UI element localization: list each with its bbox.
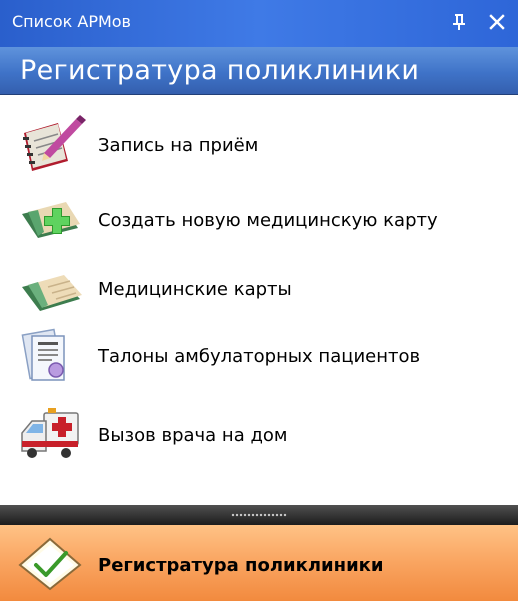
menu-item-label: Талоны амбулаторных пациентов — [98, 346, 421, 367]
close-icon[interactable] — [486, 10, 508, 34]
menu-item-label: Создать новую медицинскую карту — [98, 210, 438, 231]
panel-splitter[interactable] — [0, 505, 518, 525]
checkmark-diamond-icon — [14, 537, 88, 591]
splitter-grip-icon[interactable] — [231, 513, 287, 517]
menu-item-label: Медицинские карты — [98, 279, 292, 300]
ambulance-icon — [18, 405, 92, 465]
appointment-book-icon — [18, 115, 92, 175]
pin-icon[interactable] — [448, 10, 470, 34]
medical-cards-icon — [18, 259, 92, 319]
active-workstation-label: Регистратура поликлиники — [98, 555, 384, 576]
menu-item-label: Запись на приём — [98, 135, 259, 156]
menu-item-appointment[interactable]: Запись на приём — [0, 115, 518, 175]
window-title: Список АРМов — [12, 12, 131, 31]
menu-item-outpatient-coupons[interactable]: Талоны амбулаторных пациентов — [0, 326, 518, 386]
new-medical-card-icon — [18, 190, 92, 250]
workstation-menu: Запись на приём Создать новую медицинску… — [0, 95, 518, 505]
menu-item-home-visit[interactable]: Вызов врача на дом — [0, 405, 518, 465]
section-header: Регистратура поликлиники — [0, 47, 518, 95]
active-workstation-button[interactable]: Регистратура поликлиники — [0, 525, 518, 601]
menu-item-medical-cards[interactable]: Медицинские карты — [0, 259, 518, 319]
window-titlebar: Список АРМов — [0, 0, 518, 47]
menu-item-new-medical-card[interactable]: Создать новую медицинскую карту — [0, 190, 518, 250]
outpatient-coupons-icon — [18, 326, 92, 386]
menu-item-label: Вызов врача на дом — [98, 425, 288, 446]
section-title: Регистратура поликлиники — [20, 55, 420, 86]
